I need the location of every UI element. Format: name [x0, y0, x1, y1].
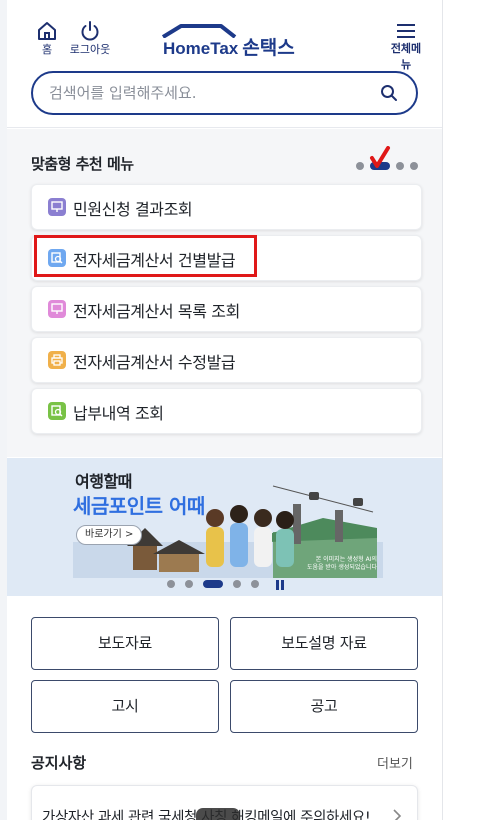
printer-icon: [48, 351, 66, 369]
hometax-logo[interactable]: HomeTax 손택스: [159, 24, 299, 60]
menu-card-einvoice-list[interactable]: 전자세금계산서 목록 조회: [31, 286, 422, 332]
banner-title-line1: 여행할때: [75, 472, 132, 491]
recommended-menu-section: 맞춤형 추천 메뉴 민원신청 결과조회 전자세금계산서 건별발급 전자세금계산서…: [7, 129, 442, 457]
menu-card-einvoice-amend[interactable]: 전자세금계산서 수정발급: [31, 337, 422, 383]
search-box[interactable]: [31, 71, 418, 115]
monitor-icon: [48, 300, 66, 318]
home-icon: [38, 22, 56, 40]
announcement-button[interactable]: 공고: [230, 680, 418, 733]
logo-korean: 손택스: [242, 38, 295, 59]
caption-line: 본 이미지는 생성형 AI의: [315, 556, 377, 563]
mobile-page: 홈 로그아웃 HomeTax 손택스 전체메뉴 검색어를 입력해주세요. 맞춤형…: [0, 0, 443, 820]
menu-card-label: 전자세금계산서 건별발급: [73, 251, 236, 270]
scroll-handle[interactable]: [196, 808, 240, 820]
caption-line: 도움을 받아 생성되었습니다: [306, 564, 377, 571]
search-icon[interactable]: [380, 84, 398, 102]
menu-card-complaint-result[interactable]: 민원신청 결과조회: [31, 184, 422, 230]
press-explanation-button[interactable]: 보도설명 자료: [230, 617, 418, 670]
search-doc-icon: [48, 402, 66, 420]
chevron-right-icon: [393, 809, 402, 820]
banner-dot[interactable]: [251, 580, 259, 588]
menu-card-einvoice-issue[interactable]: 전자세금계산서 건별발급: [31, 235, 422, 281]
left-edge: [0, 0, 7, 820]
banner-dot-active[interactable]: [203, 580, 223, 588]
section-title: 맞춤형 추천 메뉴: [31, 155, 134, 173]
banner-ai-caption: 본 이미지는 생성형 AI의 도움을 받아 생성되었습니다: [297, 556, 377, 572]
press-release-button[interactable]: 보도자료: [31, 617, 219, 670]
menu-card-label: 전자세금계산서 수정발급: [73, 353, 236, 372]
search-input[interactable]: [49, 82, 369, 104]
banner-dot[interactable]: [233, 580, 241, 588]
full-menu-label: 전체메뉴: [390, 42, 422, 71]
menu-card-label: 민원신청 결과조회: [73, 200, 193, 219]
menu-card-label: 전자세금계산서 목록 조회: [73, 302, 240, 321]
carousel-dot[interactable]: [396, 162, 404, 170]
full-menu-button[interactable]: 전체메뉴: [387, 22, 425, 72]
menu-card-payment-history[interactable]: 납부내역 조회: [31, 388, 422, 434]
banner-title-line2: 세금포인트 어때: [73, 494, 205, 518]
notices-more-link[interactable]: 더보기: [377, 753, 413, 772]
promo-banner[interactable]: 여행할때 세금포인트 어때 바로가기 > 본 이미지는 생성형 AI의 도움을 …: [7, 458, 442, 596]
header: 홈 로그아웃 HomeTax 손택스 전체메뉴: [7, 0, 442, 128]
logout-button[interactable]: 로그아웃: [65, 21, 115, 57]
red-check-annotation: [370, 146, 390, 168]
banner-dot[interactable]: [167, 580, 175, 588]
search-doc-icon: [48, 249, 66, 267]
menu-card-label: 납부내역 조회: [73, 404, 164, 423]
notices-title: 공지사항: [31, 754, 87, 772]
hamburger-icon: [397, 24, 415, 38]
right-edge: [442, 0, 443, 820]
banner-dot[interactable]: [185, 580, 193, 588]
gosi-button[interactable]: 고시: [31, 680, 219, 733]
monitor-icon: [48, 198, 66, 216]
power-icon: [81, 21, 99, 41]
banner-go-button[interactable]: 바로가기 >: [76, 525, 143, 545]
home-label: 홈: [41, 43, 53, 56]
carousel-dot[interactable]: [410, 162, 418, 170]
home-button[interactable]: 홈: [34, 21, 60, 57]
logout-label: 로그아웃: [69, 43, 111, 56]
carousel-dot[interactable]: [356, 162, 364, 170]
pause-icon[interactable]: [275, 579, 285, 591]
logo-english: HomeTax: [163, 39, 239, 58]
